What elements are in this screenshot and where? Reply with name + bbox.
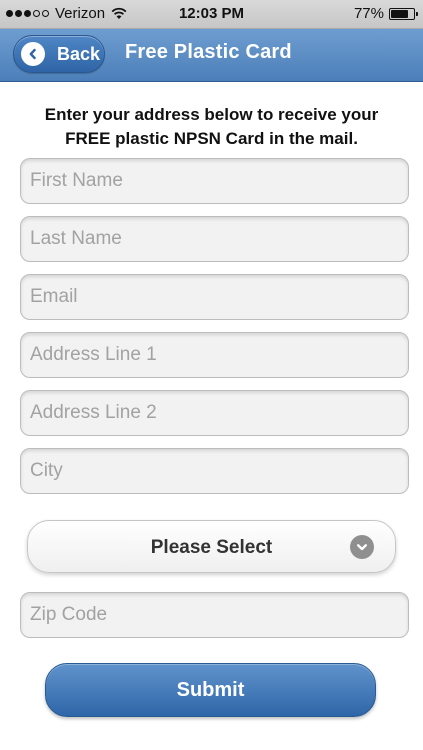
- chevron-left-icon: [21, 42, 45, 66]
- intro-line-1: Enter your address below to receive your: [44, 105, 379, 124]
- zip-code-input[interactable]: [20, 592, 409, 638]
- last-name-input[interactable]: [20, 216, 409, 262]
- status-bar: Verizon 12:03 PM 77%: [0, 0, 423, 29]
- submit-button[interactable]: Submit: [45, 663, 376, 717]
- battery-icon: [389, 7, 418, 20]
- navigation-bar: Back Free Plastic Card: [0, 29, 423, 82]
- back-button-label: Back: [57, 43, 101, 64]
- city-input[interactable]: [20, 448, 409, 494]
- page-title: Free Plastic Card: [125, 41, 292, 63]
- status-right: 77%: [353, 5, 418, 22]
- first-name-input[interactable]: [20, 158, 409, 204]
- state-select[interactable]: Please Select: [27, 520, 396, 573]
- intro-text: Enter your address below to receive your…: [0, 103, 423, 151]
- address-line-1-input[interactable]: [20, 332, 409, 378]
- email-input[interactable]: [20, 274, 409, 320]
- address-line-2-input[interactable]: [20, 390, 409, 436]
- battery-tip: [416, 11, 418, 16]
- chevron-down-icon: [350, 535, 374, 559]
- state-select-value: Please Select: [150, 537, 273, 558]
- back-button[interactable]: Back: [13, 35, 105, 73]
- battery-percentage: 77%: [353, 5, 384, 22]
- intro-line-2: FREE plastic NPSN Card in the mail.: [65, 129, 358, 148]
- battery-fill: [391, 9, 408, 18]
